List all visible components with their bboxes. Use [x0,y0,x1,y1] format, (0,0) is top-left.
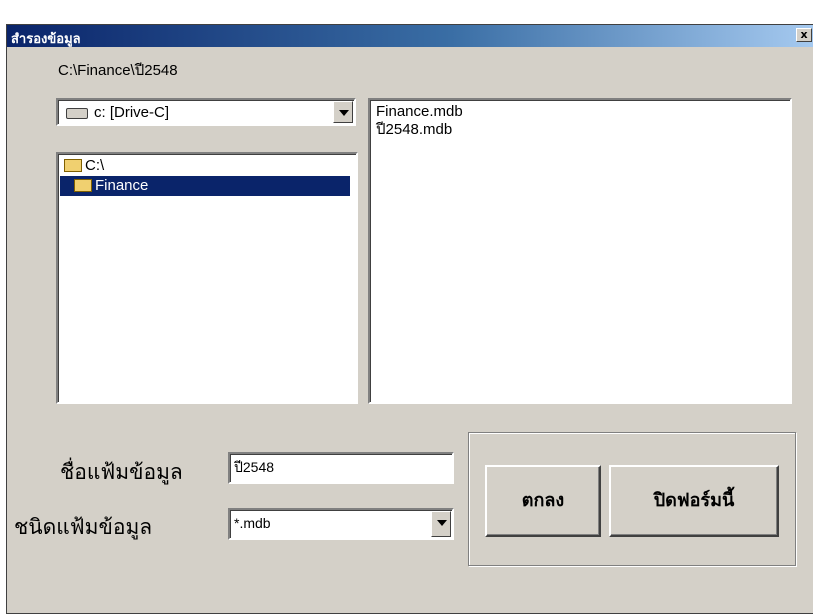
filetype-select[interactable]: *.mdb [228,508,454,540]
open-folder-icon [64,158,82,172]
window-title: สำรองข้อมูล [11,32,81,47]
current-path-label: C:\Finance\ปี2548 [58,62,178,79]
filetype-value: *.mdb [234,515,271,531]
close-form-button[interactable]: ปิดฟอร์มนี้ [609,465,779,537]
action-button-group: ตกลง ปิดฟอร์มนี้ [468,432,796,566]
directory-item-label: Finance [95,177,149,194]
filename-input[interactable] [228,452,454,484]
file-list[interactable]: Finance.mdb ปี2548.mdb [368,98,792,404]
directory-item-finance[interactable]: Finance [60,176,350,196]
filetype-dropdown-button[interactable] [431,511,451,537]
filetype-label: ชนิดแฟ้มข้อมูล [14,515,153,539]
drive-select[interactable]: c: [Drive-C] [56,98,356,126]
ok-button[interactable]: ตกลง [485,465,601,537]
directory-item-root[interactable]: C:\ [60,156,350,176]
directory-item-label: C:\ [85,157,105,174]
close-icon: x [800,28,808,41]
filename-label: ชื่อแฟ้มข้อมูล [60,460,183,484]
drive-value: c: [Drive-C] [94,104,169,121]
file-item[interactable]: Finance.mdb [376,103,463,121]
open-folder-icon [74,178,92,192]
directory-list[interactable]: C:\ Finance [56,152,358,404]
title-bar[interactable]: สำรองข้อมูล x [7,25,813,47]
file-item[interactable]: ปี2548.mdb [376,121,452,139]
drive-dropdown-button[interactable] [333,101,353,123]
close-button[interactable]: x [796,28,812,42]
drive-icon [66,107,88,119]
